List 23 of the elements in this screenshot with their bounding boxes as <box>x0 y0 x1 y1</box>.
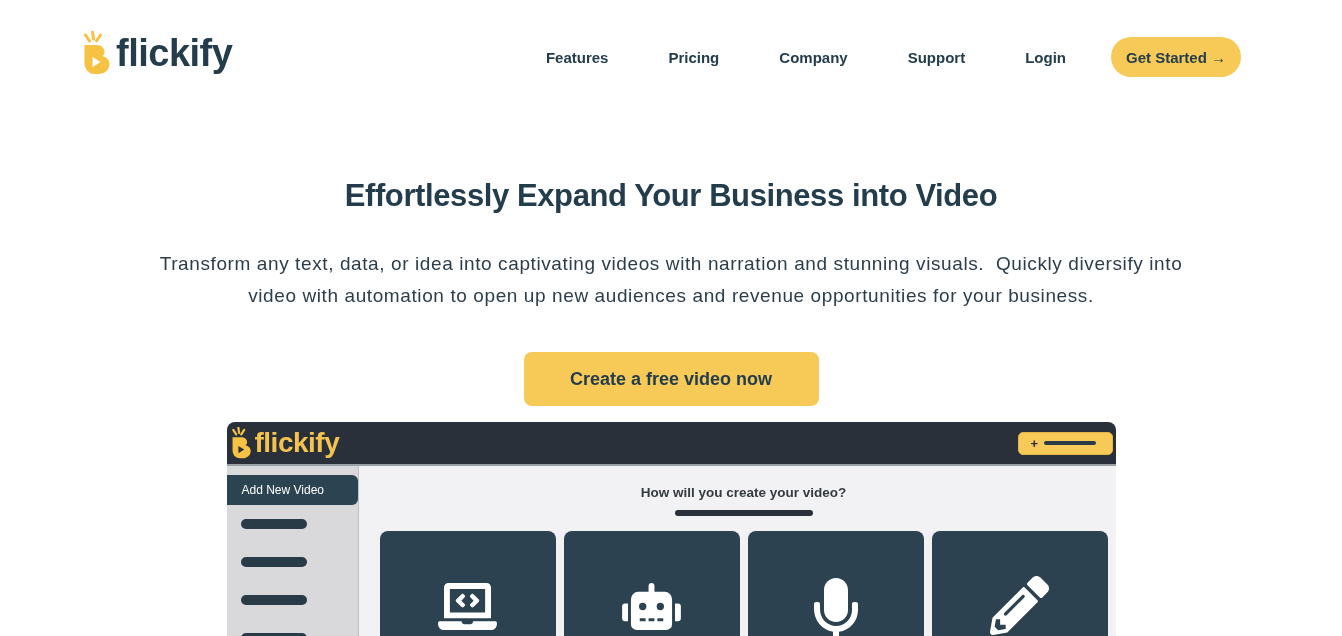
placeholder-bar <box>1044 441 1097 445</box>
placeholder-bar[interactable] <box>240 595 307 605</box>
hero-title: Effortlessly Expand Your Business into Video <box>344 178 998 214</box>
nav-link[interactable]: Company <box>779 48 848 66</box>
pencil-icon <box>990 576 1049 635</box>
get-started-button[interactable]: Get Started → <box>1110 37 1241 77</box>
microphone-icon <box>813 578 858 636</box>
laptop-code-icon <box>438 583 497 630</box>
nav-link[interactable]: Features <box>545 48 609 66</box>
nav-link[interactable]: Pricing <box>668 48 720 66</box>
logo-icon <box>230 427 253 459</box>
prompt-title: How will you create your video? <box>640 485 847 501</box>
placeholder-bar[interactable] <box>240 557 307 567</box>
nav-link[interactable]: Support <box>907 48 966 66</box>
nav-link[interactable]: Login <box>1025 48 1066 66</box>
create-video-button[interactable]: Create a free video now <box>523 352 819 406</box>
hero-description: Transform any text, data, or idea into captivating videos with narration and stunning visuals. Quickly diversify into video with automation to open up new audiences and revenue opportunities for your business. <box>158 252 1184 308</box>
robot-icon <box>622 583 681 630</box>
placeholder-bar[interactable] <box>240 519 307 529</box>
sidebar-item[interactable]: Add New Video <box>226 475 358 505</box>
logo-text: flickify <box>116 34 233 72</box>
add-button[interactable]: + <box>1017 431 1113 455</box>
logo-text: flickify <box>254 429 340 457</box>
